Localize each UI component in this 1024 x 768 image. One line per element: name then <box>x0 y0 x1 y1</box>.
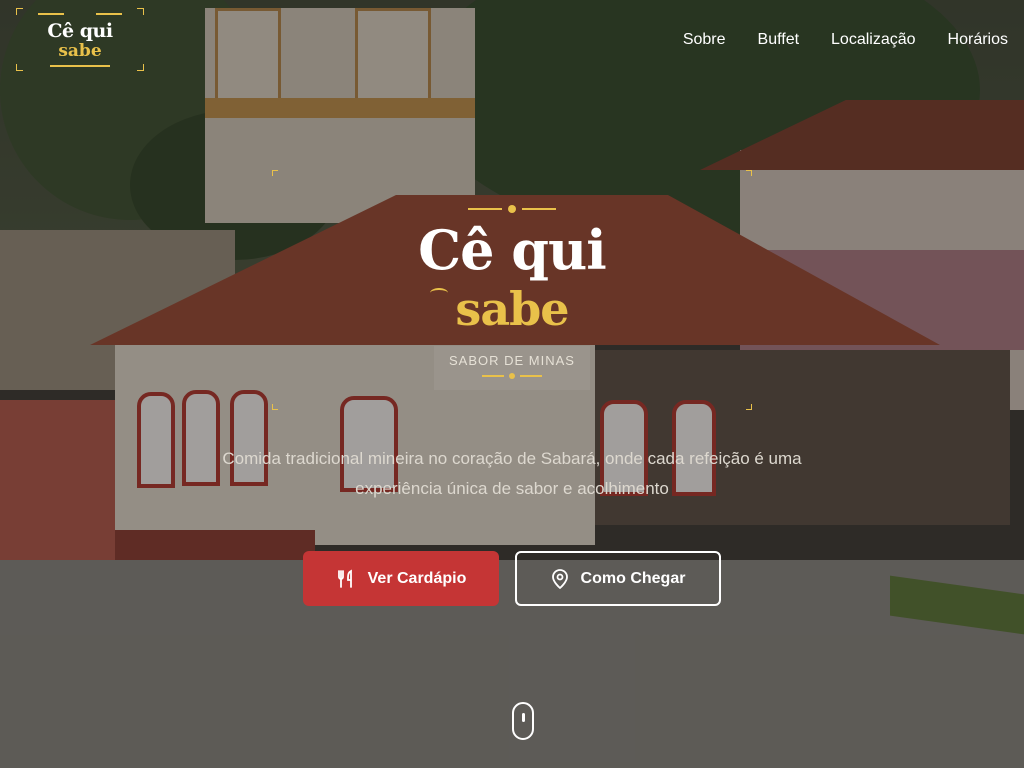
brand-name-line2: sabe <box>58 41 102 61</box>
ornament-bottom <box>482 372 542 380</box>
hero-title-line2: sabe <box>455 282 569 336</box>
mouse-scroll-icon[interactable] <box>512 702 534 740</box>
hero-tagline: Comida tradicional mineira no coração de… <box>172 444 852 504</box>
ornament-top <box>468 204 556 214</box>
brand-name-line1: Cê qui <box>47 20 113 42</box>
nav-link-buffet[interactable]: Buffet <box>758 30 800 50</box>
view-menu-label: Ver Cardápio <box>367 569 467 587</box>
directions-label: Como Chegar <box>580 569 686 587</box>
nav-link-horarios[interactable]: Horários <box>948 30 1008 50</box>
directions-button[interactable]: Como Chegar <box>515 551 721 606</box>
map-pin-icon <box>551 568 569 589</box>
nav-link-sobre[interactable]: Sobre <box>683 30 726 50</box>
nav-link-localizacao[interactable]: Localização <box>831 30 916 50</box>
tagline-line1: Comida tradicional mineira no coração de… <box>222 449 802 468</box>
hero-subtitle: SABOR DE MINAS <box>449 353 575 368</box>
utensils-icon <box>336 569 356 589</box>
view-menu-button[interactable]: Ver Cardápio <box>303 551 499 606</box>
main-nav: Sobre Buffet Localização Horários <box>683 30 1008 50</box>
tagline-line2: experiência única de sabor e acolhimento <box>355 479 669 498</box>
brand-logo[interactable]: Cê qui sabe <box>16 8 144 71</box>
hero-title-line1: Cê qui <box>418 218 607 282</box>
hero-badge: Cê qui sabe SABOR DE MINAS <box>272 170 752 410</box>
